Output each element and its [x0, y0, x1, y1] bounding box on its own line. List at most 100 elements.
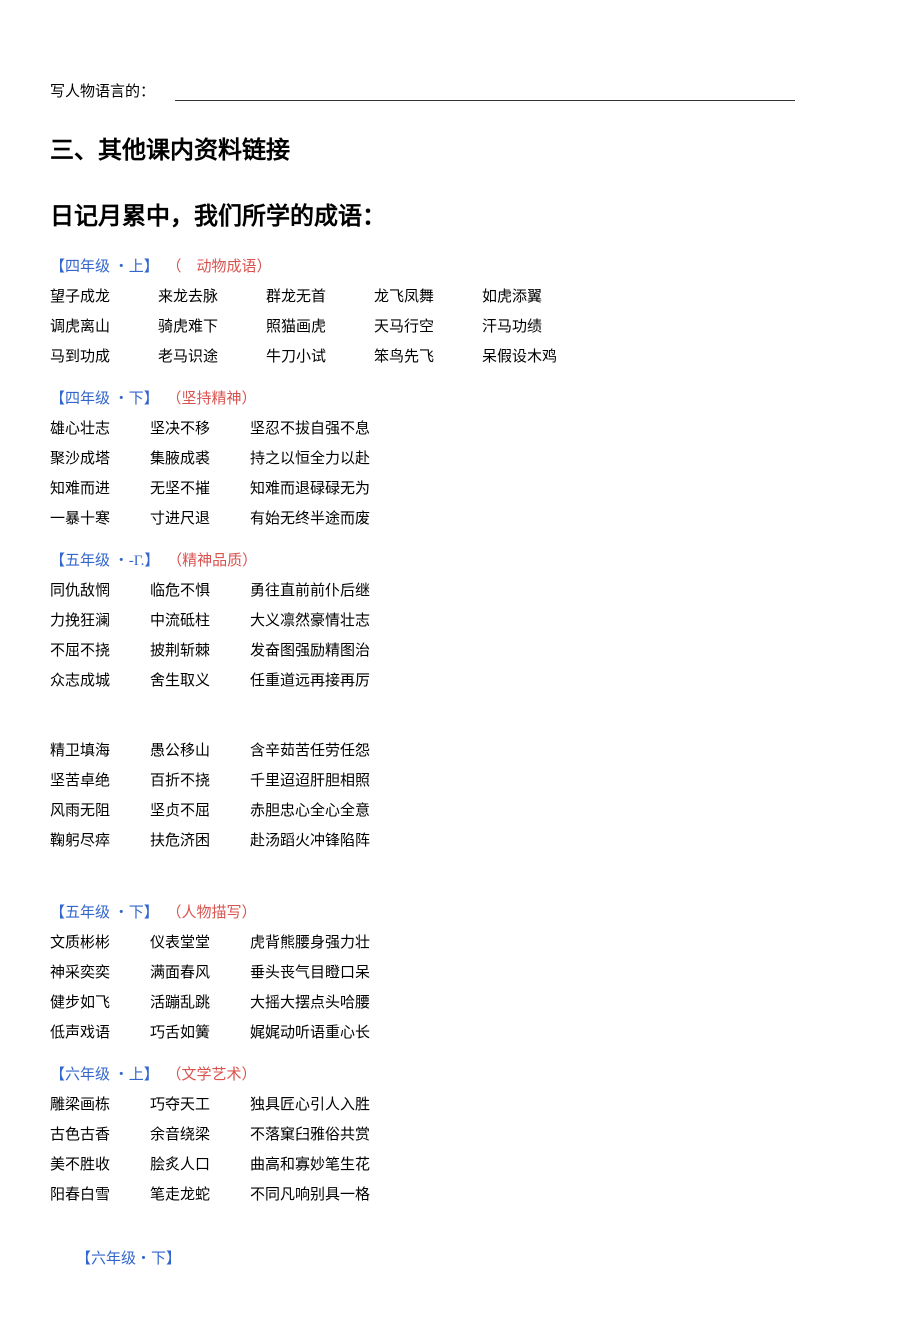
idiom-row: 健步如飞 活蹦乱跳 大摇大摆点头哈腰: [50, 991, 870, 1015]
idiom: 风雨无阻: [50, 799, 150, 823]
idiom: 来龙去脉: [158, 285, 266, 309]
idiom: 含辛茹苦任劳任怨: [250, 739, 370, 763]
grade-topic: （精神品质）: [167, 553, 257, 569]
grade-label: 【五年级 ・-Γ.】: [50, 553, 159, 569]
idiom: 千里迢迢肝胆相照: [250, 769, 370, 793]
idiom: 一暴十寒: [50, 507, 150, 531]
grade-header-6b: 【六年级・下】: [76, 1247, 870, 1271]
idiom: 笨鸟先飞: [374, 345, 482, 369]
idiom-row: 力挽狂澜 中流砥柱 大义凛然豪情壮志: [50, 609, 870, 633]
grade-header-5b: 【五年级 ・下】 （人物描写）: [50, 901, 870, 925]
idiom-row: 知难而进 无坚不摧 知难而退碌碌无为: [50, 477, 870, 501]
idiom-row: 神采奕奕 满面春风 垂头丧气目瞪口呆: [50, 961, 870, 985]
idiom: 笔走龙蛇: [150, 1183, 250, 1207]
idiom: 望子成龙: [50, 285, 158, 309]
idiom-row: 一暴十寒 寸进尺退 有始无终半途而废: [50, 507, 870, 531]
idiom: 美不胜收: [50, 1153, 150, 1177]
idiom: 巧夺天工: [150, 1093, 250, 1117]
idiom: 愚公移山: [150, 739, 250, 763]
idiom: 活蹦乱跳: [150, 991, 250, 1015]
heading-section-3: 三、其他课内资料链接: [50, 132, 870, 170]
idiom-row: 雕梁画栋 巧夺天工 独具匠心引人入胜: [50, 1093, 870, 1117]
idiom: 扶危济困: [150, 829, 250, 853]
idiom: 众志成城: [50, 669, 150, 693]
idiom: 中流砥柱: [150, 609, 250, 633]
idiom-row: 文质彬彬 仪表堂堂 虎背熊腰身强力壮: [50, 931, 870, 955]
idiom-row: 雄心壮志 坚决不移 坚忍不拔自强不息: [50, 417, 870, 441]
idiom: 大义凛然豪情壮志: [250, 609, 370, 633]
idiom-row: 美不胜收 脍炙人口 曲高和寡妙笔生花: [50, 1153, 870, 1177]
idiom: 临危不惧: [150, 579, 250, 603]
spacer: [50, 699, 870, 733]
heading-subtitle: 日记月累中，我们所学的成语：: [50, 198, 870, 236]
idiom: 赤胆忠心全心全意: [250, 799, 370, 823]
idiom: 神采奕奕: [50, 961, 150, 985]
idiom: 虎背熊腰身强力壮: [250, 931, 370, 955]
idiom: 知难而退碌碌无为: [250, 477, 370, 501]
idiom: 力挽狂澜: [50, 609, 150, 633]
idiom: 披荆斩棘: [150, 639, 250, 663]
idiom: 马到功成: [50, 345, 158, 369]
idiom: 精卫填海: [50, 739, 150, 763]
idiom: 坚决不移: [150, 417, 250, 441]
idiom-row: 阳春白雪 笔走龙蛇 不同凡响别具一格: [50, 1183, 870, 1207]
idiom: 余音绕梁: [150, 1123, 250, 1147]
idiom: 百折不挠: [150, 769, 250, 793]
idiom: 呆假设木鸡: [482, 345, 590, 369]
intro-line: 写人物语言的：: [50, 80, 870, 104]
grade-topic: （ 动物成语）: [167, 259, 272, 275]
intro-label: 写人物语言的：: [50, 84, 155, 100]
idiom: 聚沙成塔: [50, 447, 150, 471]
idiom: 群龙无首: [266, 285, 374, 309]
idiom: 发奋图强励精图治: [250, 639, 370, 663]
idiom: 雄心壮志: [50, 417, 150, 441]
idiom: 鞠躬尽瘁: [50, 829, 150, 853]
idiom: 不同凡响别具一格: [250, 1183, 370, 1207]
idiom: 坚忍不拔自强不息: [250, 417, 370, 441]
idiom: 有始无终半途而废: [250, 507, 370, 531]
idiom: 舍生取义: [150, 669, 250, 693]
idiom-row: 坚苦卓绝 百折不挠 千里迢迢肝胆相照: [50, 769, 870, 793]
idiom: 坚贞不屈: [150, 799, 250, 823]
idiom-row: 调虎离山 骑虎难下 照猫画虎 天马行空 汗马功绩: [50, 315, 870, 339]
idiom: 照猫画虎: [266, 315, 374, 339]
idiom-row: 望子成龙 来龙去脉 群龙无首 龙飞凤舞 如虎添翼: [50, 285, 870, 309]
idiom: 知难而进: [50, 477, 150, 501]
idiom: 寸进尺退: [150, 507, 250, 531]
idiom: 古色古香: [50, 1123, 150, 1147]
idiom: 天马行空: [374, 315, 482, 339]
idiom: 低声戏语: [50, 1021, 150, 1045]
idiom: 健步如飞: [50, 991, 150, 1015]
idiom-row: 马到功成 老马识途 牛刀小试 笨鸟先飞 呆假设木鸡: [50, 345, 870, 369]
idiom: 无坚不摧: [150, 477, 250, 501]
grade-topic: （坚持精神）: [167, 391, 257, 407]
grade-label: 【四年级 ・上】: [50, 259, 159, 275]
idiom: 持之以恒全力以赴: [250, 447, 370, 471]
idiom: 赴汤蹈火冲锋陷阵: [250, 829, 370, 853]
idiom-row: 同仇敌惘 临危不惧 勇往直前前仆后继: [50, 579, 870, 603]
idiom-row: 精卫填海 愚公移山 含辛茹苦任劳任怨: [50, 739, 870, 763]
idiom-row: 聚沙成塔 集腋成裘 持之以恒全力以赴: [50, 447, 870, 471]
grade-label: 【五年级 ・下】: [50, 905, 159, 921]
grade-header-4b: 【四年级 ・下】 （坚持精神）: [50, 387, 870, 411]
spacer: [50, 859, 870, 883]
idiom: 老马识途: [158, 345, 266, 369]
idiom: 垂头丧气目瞪口呆: [250, 961, 370, 985]
blank-line[interactable]: [175, 85, 795, 101]
idiom: 坚苦卓绝: [50, 769, 150, 793]
idiom: 仪表堂堂: [150, 931, 250, 955]
idiom: 文质彬彬: [50, 931, 150, 955]
idiom: 集腋成裘: [150, 447, 250, 471]
idiom: 不落窠臼雅俗共赏: [250, 1123, 370, 1147]
idiom: 龙飞凤舞: [374, 285, 482, 309]
idiom: 巧舌如簧: [150, 1021, 250, 1045]
idiom: 不屈不挠: [50, 639, 150, 663]
idiom-row: 低声戏语 巧舌如簧 娓娓动听语重心长: [50, 1021, 870, 1045]
idiom: 阳春白雪: [50, 1183, 150, 1207]
grade-label: 【六年级 ・上】: [50, 1067, 159, 1083]
idiom: 脍炙人口: [150, 1153, 250, 1177]
idiom-row: 众志成城 舍生取义 任重道远再接再厉: [50, 669, 870, 693]
idiom-row: 古色古香 余音绕梁 不落窠臼雅俗共赏: [50, 1123, 870, 1147]
idiom: 雕梁画栋: [50, 1093, 150, 1117]
grade-header-4a: 【四年级 ・上】 （ 动物成语）: [50, 255, 870, 279]
